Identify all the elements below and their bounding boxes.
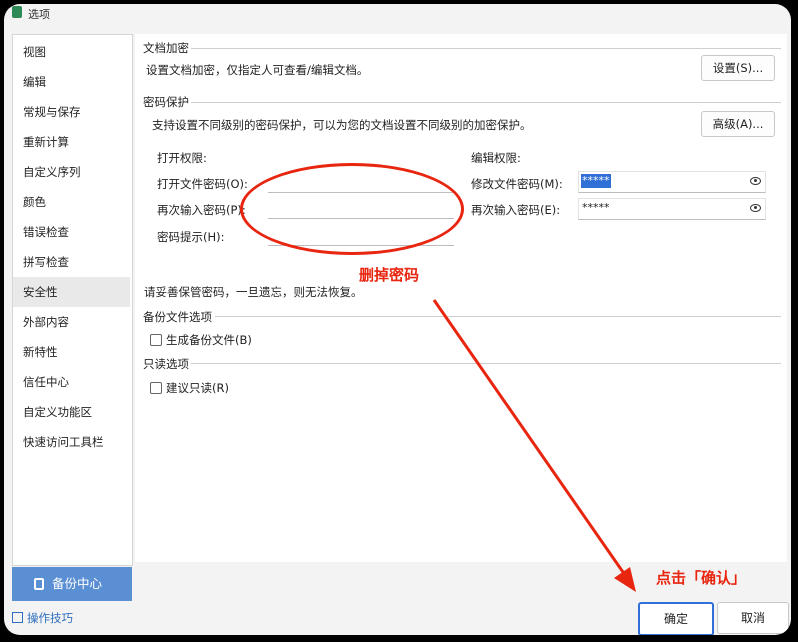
annotation-arrow: [432, 299, 636, 592]
